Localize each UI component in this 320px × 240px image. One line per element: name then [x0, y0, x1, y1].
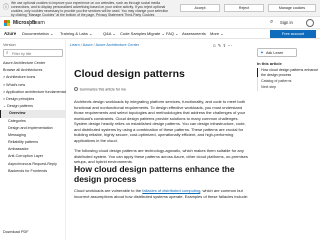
- fallacies-link[interactable]: fallacies of distributed computing: [142, 188, 200, 193]
- toc-item[interactable]: Design and implementation: [0, 125, 66, 132]
- toc-tree: Azure Architecture Center Browse all Arch…: [0, 60, 66, 175]
- download-pdf-link[interactable]: Download PDF: [3, 230, 29, 234]
- manage-cookies-button[interactable]: Manage cookies: [268, 4, 316, 12]
- accept-cookies-button[interactable]: Accept: [180, 4, 220, 12]
- paragraph-4: Cloud workloads are vulnerable to the fa…: [74, 188, 250, 199]
- nav-more[interactable]: More ⌄: [210, 31, 224, 36]
- nav-azure[interactable]: Azure: [4, 31, 16, 36]
- nav-code-samples[interactable]: Code Samples: [120, 31, 146, 36]
- toc-filter[interactable]: ⌕: [3, 49, 63, 57]
- nav-qa[interactable]: Q&A ⌄: [103, 31, 116, 36]
- paragraph-2: System design heavily relies on establis…: [74, 121, 246, 143]
- toc-item[interactable]: Asynchronous Request-Reply: [0, 161, 66, 168]
- outline-link[interactable]: Next step: [258, 85, 319, 90]
- nav-documentation[interactable]: Documentation ⌄: [22, 31, 53, 36]
- ask-learn-button[interactable]: ✦ Ask Learn: [257, 48, 297, 57]
- in-this-article-heading: In this article: [257, 61, 282, 66]
- microsoft-logo-icon[interactable]: [4, 20, 10, 26]
- avatar-icon[interactable]: [306, 19, 314, 27]
- product-name[interactable]: Learn: [32, 20, 45, 26]
- breadcrumb-aac[interactable]: Azure Architecture Center: [96, 43, 139, 47]
- toc-item[interactable]: Anti-Corruption Layer: [0, 153, 66, 160]
- sparkle-icon: ✦: [260, 50, 264, 55]
- logo-square-yellow: [7, 23, 10, 26]
- nav-faq[interactable]: FAQ ⌄: [166, 31, 178, 36]
- edit-icon[interactable]: ✎: [218, 43, 222, 48]
- paragraph-4-text-a: Cloud workloads are vulnerable to the: [74, 188, 143, 193]
- toc-item[interactable]: > Application architecture fundamentals: [0, 89, 66, 96]
- nav-training[interactable]: Training & Labs ⌄: [60, 31, 92, 36]
- sign-in-link[interactable]: Sign in: [280, 20, 293, 25]
- toc-item[interactable]: Backends for Frontends: [0, 168, 66, 175]
- intro-paragraph: Architects design workloads by integrati…: [74, 99, 246, 121]
- section-heading: How cloud design patterns enhance the de…: [74, 164, 235, 184]
- free-account-button[interactable]: Free account: [270, 30, 316, 38]
- toc-item[interactable]: Messaging: [0, 132, 66, 139]
- version-label: Version: [3, 43, 16, 47]
- toc-sidebar: Version ⌕ Azure Architecture CenterBrows…: [0, 40, 66, 240]
- toc-item[interactable]: Ambassador: [0, 146, 66, 153]
- filter-icon: ⌕: [6, 50, 9, 55]
- breadcrumb-learn[interactable]: Learn: [70, 43, 80, 47]
- feedback-icon[interactable]: ☺: [212, 43, 216, 48]
- share-icon[interactable]: ⇪: [223, 43, 227, 48]
- outline-link[interactable]: How cloud design patterns enhance the de…: [257, 68, 319, 78]
- page-title: Cloud design patterns: [74, 68, 185, 80]
- toc-item[interactable]: > Design principles: [0, 96, 66, 103]
- outline-link[interactable]: Catalog of patterns: [258, 79, 319, 84]
- toc-item[interactable]: Azure Architecture Center: [0, 60, 66, 67]
- toc-item[interactable]: Overview: [0, 110, 66, 118]
- summarize-icon: [74, 87, 78, 91]
- ask-learn-label: Ask Learn: [266, 51, 284, 55]
- summarize-link[interactable]: Summarize this article for me: [80, 88, 127, 92]
- article-outline: How cloud design patterns enhance the de…: [257, 68, 319, 91]
- breadcrumb-azure[interactable]: Azure: [83, 43, 93, 47]
- article: Learn / Azure / Azure Architecture Cente…: [70, 40, 250, 240]
- toc-item[interactable]: > What's new: [0, 82, 66, 89]
- header-divider: [29, 20, 30, 26]
- toc-item[interactable]: Categories: [0, 118, 66, 125]
- toc-item[interactable]: Browse all Architectures: [0, 67, 66, 74]
- article-actions: ☺ ✎ ⇪ ⋯: [212, 43, 232, 49]
- cookie-message: We use optional cookies to improve your …: [11, 1, 169, 17]
- cookie-banner: ⓘ We use optional cookies to improve you…: [0, 0, 320, 17]
- toc-item[interactable]: ⌄ Design patterns: [0, 103, 66, 110]
- reject-cookies-button[interactable]: Reject: [224, 4, 264, 12]
- global-header: Microsoft Learn ⌕ Sign in: [0, 17, 320, 29]
- info-icon: ⓘ: [3, 5, 10, 11]
- breadcrumb: Learn / Azure / Azure Architecture Cente…: [70, 43, 140, 47]
- filter-input[interactable]: [12, 51, 62, 56]
- nav-migrate[interactable]: Migrate ⌄: [147, 31, 165, 36]
- nav-assessments[interactable]: Assessments: [182, 31, 206, 36]
- article-meta: Summarize this article for me: [74, 87, 126, 93]
- more-icon[interactable]: ⋯: [228, 43, 232, 48]
- product-nav: Azure Documentation ⌄ Training & Labs ⌄ …: [0, 29, 320, 39]
- toc-item[interactable]: Reliability patterns: [0, 139, 66, 146]
- paragraph-3: The following cloud design patterns are …: [74, 148, 248, 164]
- search-icon[interactable]: ⌕: [270, 19, 273, 26]
- right-rail: ✦ Ask Learn In this article How cloud des…: [255, 40, 320, 240]
- toc-item[interactable]: > Architecture icons: [0, 74, 66, 81]
